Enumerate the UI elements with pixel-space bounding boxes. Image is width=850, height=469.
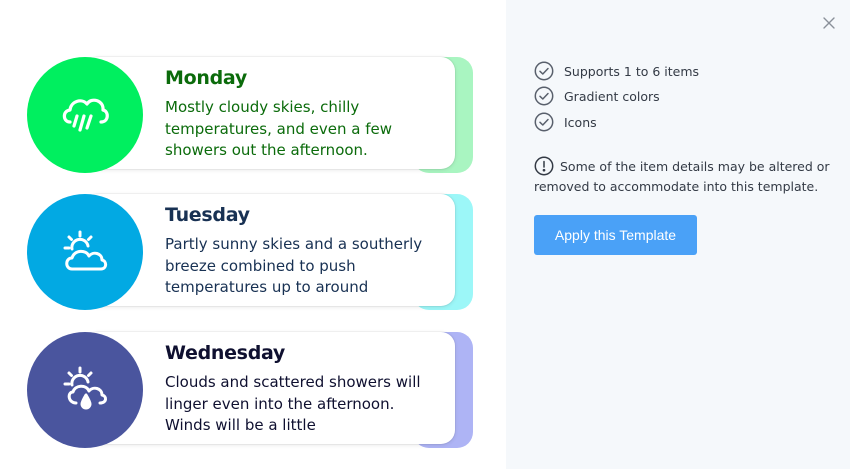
sun-cloud-rain-icon [63,366,107,410]
close-button[interactable] [818,12,840,34]
partly-sunny-icon [63,230,108,271]
close-icon [823,17,835,29]
check-circle-icon [534,86,554,106]
weather-card-tuesday: Tuesday Partly sunny skies and a souther… [27,194,473,310]
template-note: Some of the item details may be altered … [534,156,834,197]
weather-card-monday: Monday Mostly cloudy skies, chilly tempe… [27,57,473,173]
card-title: Wednesday [165,342,286,364]
exclamation-circle-icon [534,156,554,176]
template-preview: Monday Mostly cloudy skies, chilly tempe… [0,0,506,469]
card-icon-circle [27,194,143,310]
feature-item: Supports 1 to 6 items [534,61,699,81]
feature-label: Supports 1 to 6 items [564,63,700,79]
check-circle-icon [534,112,554,132]
card-title: Tuesday [165,204,250,226]
note-text: Some of the item details may be altered … [534,159,830,194]
weather-card-wednesday: Wednesday Clouds and scattered showers w… [27,332,473,448]
apply-template-button[interactable]: Apply this Template [534,215,697,255]
card-description: Clouds and scattered showers will linger… [165,373,421,434]
card-icon-circle [27,332,143,448]
card-title: Monday [165,67,247,89]
card-description: Partly sunny skies and a southerly breez… [165,235,423,296]
feature-label: Gradient colors [564,88,660,104]
cloud-rain-icon [62,98,109,132]
feature-item: Icons [534,112,597,132]
card-icon-circle [27,57,143,173]
feature-label: Icons [564,114,597,130]
feature-item: Gradient colors [534,86,660,106]
check-circle-icon [534,61,554,81]
card-description: Mostly cloudy skies, chilly temperatures… [165,98,392,159]
